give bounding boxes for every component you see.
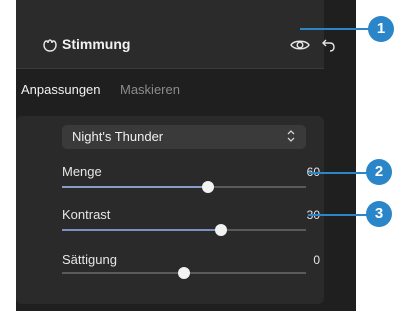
menge-label: Menge: [62, 164, 102, 179]
chevron-up-down-icon: [287, 130, 295, 142]
callout-badge-2: 2: [366, 159, 392, 185]
saettigung-value: 0: [313, 253, 320, 267]
menge-slider-track[interactable]: [62, 181, 306, 193]
panel-header: Stimmung: [16, 0, 335, 69]
callout-badge-3: 3: [366, 201, 392, 227]
saettigung-label: Sättigung: [62, 252, 117, 267]
tab-maskieren[interactable]: Maskieren: [120, 82, 180, 97]
mood-icon: [43, 39, 57, 52]
menge-slider-fill: [62, 186, 209, 188]
callout-line-3: [308, 214, 368, 216]
saettigung-slider-fill: [62, 272, 184, 274]
callout-line-1: [300, 28, 370, 30]
kontrast-slider-fill: [62, 229, 221, 231]
panel-title: Stimmung: [62, 36, 131, 52]
callout-line-2: [308, 172, 368, 174]
eye-icon[interactable]: [290, 37, 310, 53]
kontrast-slider-thumb[interactable]: [214, 224, 227, 236]
preset-select[interactable]: Night's Thunder: [62, 125, 306, 149]
undo-icon[interactable]: [321, 37, 337, 53]
kontrast-label: Kontrast: [62, 207, 111, 222]
preset-value: Night's Thunder: [72, 129, 164, 144]
saettigung-slider-track[interactable]: [62, 267, 306, 279]
callout-badge-1: 1: [368, 16, 394, 42]
saettigung-slider-thumb[interactable]: [178, 267, 190, 279]
kontrast-slider-track[interactable]: [62, 224, 306, 236]
tab-anpassungen[interactable]: Anpassungen: [21, 82, 101, 97]
